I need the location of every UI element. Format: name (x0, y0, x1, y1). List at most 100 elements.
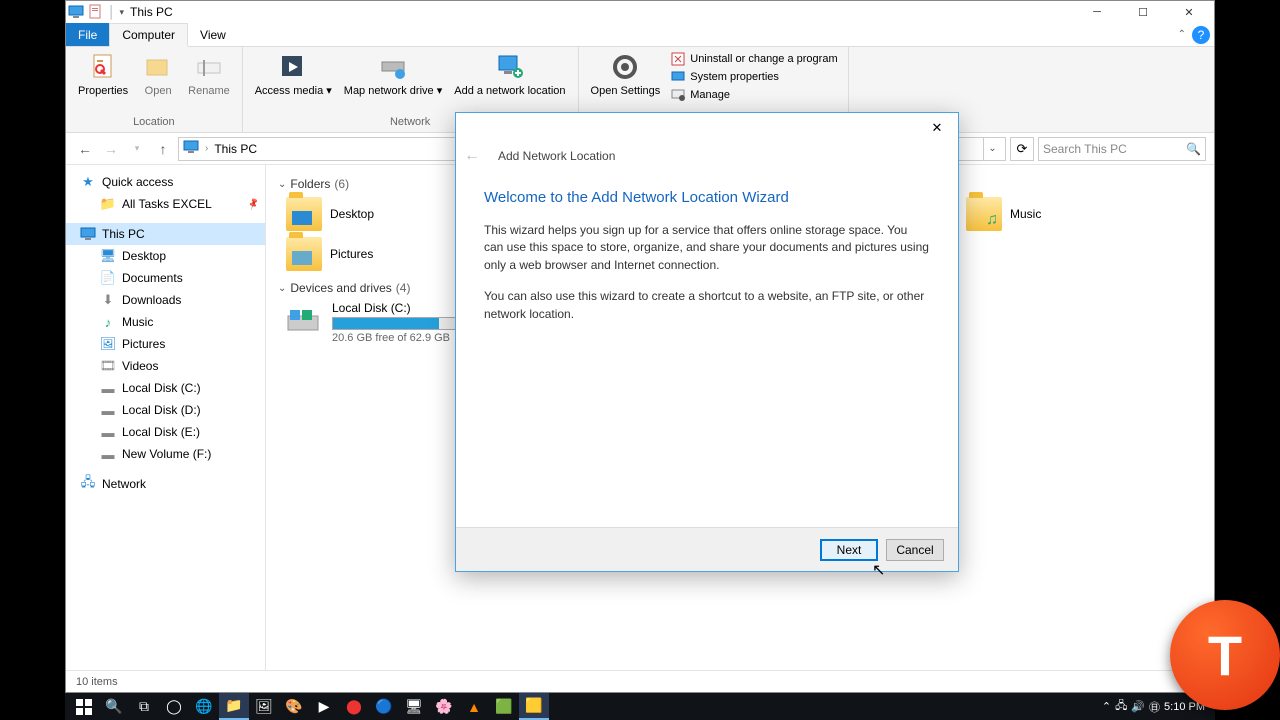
taskbar-file-explorer[interactable]: 📁 (219, 693, 249, 720)
taskbar: 🔍 ⧉ ◯ 🌐 📁 🖼 🎨 ▶ ⬤ 🔵 🖥 🌸 ▲ 🟩 🟨 ⌃ 🖧 🔊 ㊐ 5:… (65, 693, 1215, 720)
titlebar: │ ▾ This PC ─ ☐ ✕ (66, 1, 1214, 23)
tab-computer[interactable]: Computer (109, 23, 188, 47)
drive-icon: ▬ (100, 424, 116, 440)
folder-pictures[interactable]: Pictures (286, 237, 436, 271)
start-button[interactable] (69, 693, 99, 720)
dialog-titlebar: ✕ (456, 113, 958, 143)
tab-file[interactable]: File (66, 23, 109, 46)
nav-local-disk-d[interactable]: ▬Local Disk (D:) (86, 399, 265, 421)
dialog-back-button: ← (464, 147, 480, 165)
qat-separator: │ (108, 5, 116, 19)
close-button[interactable]: ✕ (1166, 1, 1212, 23)
downloads-icon: ⬇ (100, 292, 116, 308)
map-network-drive-icon (377, 51, 409, 83)
nav-documents[interactable]: 📄Documents (86, 267, 265, 289)
nav-pictures[interactable]: 🖼Pictures (86, 333, 265, 355)
nav-downloads[interactable]: ⬇Downloads (86, 289, 265, 311)
refresh-button[interactable]: ⟳ (1010, 137, 1034, 161)
taskbar-app-5[interactable]: ⬤ (339, 693, 369, 720)
qat-dropdown-icon[interactable]: ▾ (120, 7, 125, 18)
tray-expand-icon[interactable]: ⌃ (1102, 700, 1111, 713)
nav-all-tasks-excel[interactable]: 📁 All Tasks EXCEL (86, 193, 265, 215)
settings-icon (609, 51, 641, 83)
maximize-button[interactable]: ☐ (1120, 1, 1166, 23)
drive-icon (286, 306, 322, 340)
rename-button: Rename (182, 49, 236, 100)
manage-button[interactable]: Manage (670, 87, 837, 103)
drive-icon: ▬ (100, 402, 116, 418)
taskbar-app-1[interactable]: 🌐 (189, 693, 219, 720)
back-button[interactable]: ← (74, 138, 96, 160)
taskbar-chrome[interactable]: 🔵 (369, 693, 399, 720)
uninstall-icon (670, 51, 686, 67)
open-button: Open (134, 49, 182, 100)
videos-icon: 🎞 (100, 358, 116, 374)
taskbar-vlc[interactable]: ▲ (459, 693, 489, 720)
ribbon-group-location-label: Location (72, 116, 236, 132)
nav-desktop[interactable]: 🖥Desktop (86, 245, 265, 267)
add-network-location-icon (494, 51, 526, 83)
taskbar-app-9[interactable]: 🟨 (519, 693, 549, 720)
minimize-button[interactable]: ─ (1074, 1, 1120, 23)
nav-quick-access[interactable]: ★ Quick access (66, 171, 265, 193)
folder-icon: 📁 (100, 196, 116, 212)
cortana-button[interactable]: ◯ (159, 693, 189, 720)
access-media-button[interactable]: Access media ▾ (249, 49, 338, 100)
access-media-icon (277, 51, 309, 83)
search-icon: 🔍 (1186, 142, 1201, 156)
up-button[interactable]: ↑ (152, 138, 174, 160)
tray-language-icon[interactable]: ㊐ (1149, 699, 1160, 715)
nav-this-pc[interactable]: This PC (66, 223, 265, 245)
search-input[interactable]: Search This PC 🔍 (1038, 137, 1206, 161)
system-properties-button[interactable]: System properties (670, 69, 837, 85)
tray-volume-icon[interactable]: 🔊 (1131, 700, 1145, 713)
qat-properties-icon[interactable] (88, 4, 104, 20)
properties-icon (87, 51, 119, 83)
breadcrumb-this-pc[interactable]: This PC (214, 142, 257, 156)
pc-icon (68, 4, 84, 20)
map-network-drive-button[interactable]: Map network drive ▾ (338, 49, 448, 100)
dialog-close-button[interactable]: ✕ (922, 116, 952, 140)
search-button[interactable]: 🔍 (99, 693, 129, 720)
nav-new-volume-f[interactable]: ▬New Volume (F:) (86, 443, 265, 465)
taskbar-app-2[interactable]: 🖼 (249, 693, 279, 720)
nav-network[interactable]: 🖧 Network (66, 473, 265, 495)
navigation-pane: ★ Quick access 📁 All Tasks EXCEL This PC… (66, 165, 266, 670)
taskbar-app-6[interactable]: 🖥 (399, 693, 429, 720)
manage-icon (670, 87, 686, 103)
task-view-button[interactable]: ⧉ (129, 693, 159, 720)
dialog-paragraph-1: This wizard helps you sign up for a serv… (484, 222, 930, 274)
address-history-dropdown[interactable]: ⌄ (983, 138, 1001, 160)
taskbar-app-7[interactable]: 🌸 (429, 693, 459, 720)
cancel-button[interactable]: Cancel (886, 539, 944, 561)
drive-icon: ▬ (100, 380, 116, 396)
add-network-location-dialog: ✕ ← Add Network Location Welcome to the … (455, 112, 959, 572)
breadcrumb-chevron-icon[interactable]: › (205, 143, 208, 154)
add-network-location-button[interactable]: Add a network location (448, 49, 571, 100)
taskbar-app-3[interactable]: 🎨 (279, 693, 309, 720)
recent-locations-button[interactable]: ▾ (126, 138, 148, 160)
nav-videos[interactable]: 🎞Videos (86, 355, 265, 377)
uninstall-program-button[interactable]: Uninstall or change a program (670, 51, 837, 67)
taskbar-app-4[interactable]: ▶ (309, 693, 339, 720)
channel-logo-overlay: T (1170, 600, 1280, 710)
next-button[interactable]: Next (820, 539, 878, 561)
folder-icon (286, 237, 322, 271)
help-icon[interactable]: ? (1192, 26, 1210, 44)
open-settings-button[interactable]: Open Settings (585, 49, 667, 100)
folder-desktop[interactable]: Desktop (286, 197, 436, 231)
network-icon: 🖧 (80, 476, 96, 492)
collapse-ribbon-icon[interactable]: ⌃ (1178, 29, 1186, 40)
tray-network-icon[interactable]: 🖧 (1115, 697, 1127, 716)
star-icon: ★ (80, 174, 96, 190)
folder-music[interactable]: ♫ Music (966, 197, 1116, 231)
taskbar-app-8[interactable]: 🟩 (489, 693, 519, 720)
ribbon-tabs: File Computer View ⌃ ? (66, 23, 1214, 47)
tab-view[interactable]: View (188, 23, 238, 46)
forward-button[interactable]: → (100, 138, 122, 160)
nav-local-disk-c[interactable]: ▬Local Disk (C:) (86, 377, 265, 399)
nav-music[interactable]: ♪Music (86, 311, 265, 333)
drive-icon: ▬ (100, 446, 116, 462)
properties-button[interactable]: Properties (72, 49, 134, 100)
nav-local-disk-e[interactable]: ▬Local Disk (E:) (86, 421, 265, 443)
